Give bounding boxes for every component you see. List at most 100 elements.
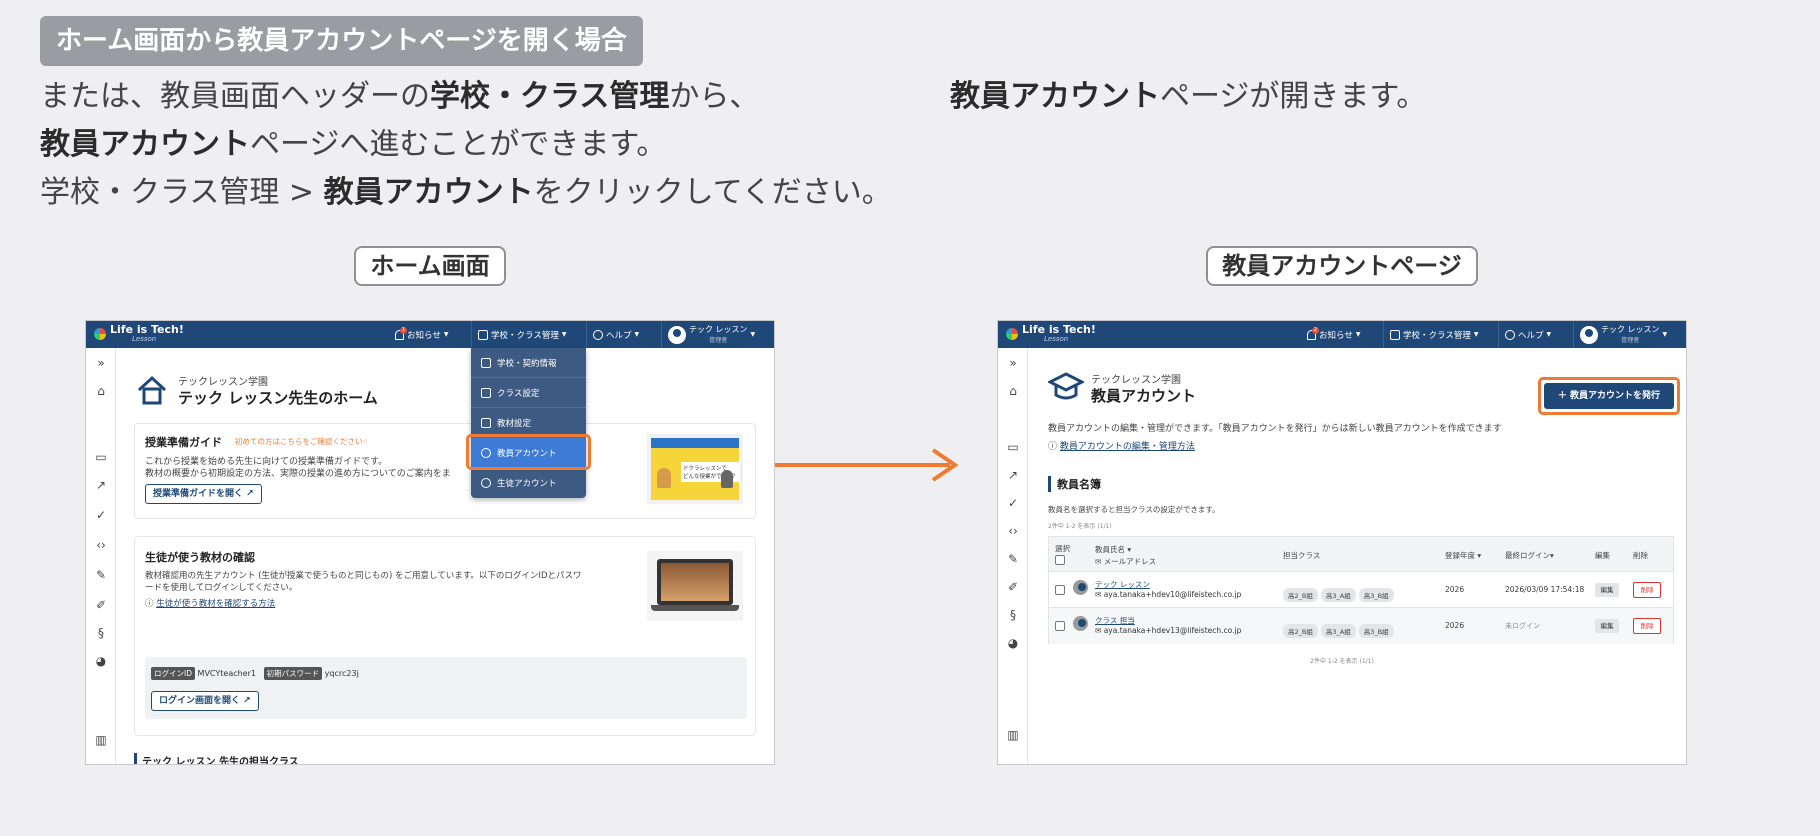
teacher-table: 選択 教員氏名 ▾ ✉ メールアドレス 担当クラス 登録年度 ▾ 最終ログイン▾… (1048, 536, 1674, 644)
caption-teacher-page: 教員アカウントページ (1206, 246, 1478, 286)
external-link-icon: ↗ (246, 489, 254, 499)
help-circle-icon: ⓘ (145, 599, 154, 609)
table-row: テック レッスン ✉ aya.tanaka+hdev10@lifeistech.… (1049, 572, 1673, 608)
intro-left: または、教員画面ヘッダーの学校・クラス管理から、 教員アカウントページへ進むこと… (40, 79, 892, 210)
pen-icon[interactable]: ✎ (1006, 552, 1020, 566)
help-icon (1505, 329, 1515, 340)
delete-button[interactable]: 削除 (1633, 582, 1661, 598)
chart-line-icon[interactable]: ↗ (94, 478, 108, 492)
col-year[interactable]: 登録年度 ▾ (1445, 550, 1481, 561)
building-icon (1390, 329, 1400, 340)
guide-title: 授業準備ガイド (145, 436, 222, 449)
home-icon[interactable]: ⌂ (1006, 384, 1020, 398)
col-last-login[interactable]: 最終ログイン▾ (1505, 550, 1554, 561)
school-class-dropdown: 学校・契約情報 クラス設定 教材設定 教員アカウント 生徒アカウント (471, 348, 586, 498)
col-edit: 編集 (1595, 551, 1610, 560)
edit-button[interactable]: 編集 (1595, 619, 1619, 633)
nav-school-class[interactable]: 学校・クラス管理 ▼ (471, 321, 572, 348)
col-name[interactable]: 教員氏名 ▾ (1095, 544, 1131, 555)
intro-right: 教員アカウントページが開きます。 (950, 79, 1427, 114)
sort-icon: ▾ (1127, 545, 1132, 554)
nav-help[interactable]: ヘルプ ▼ (586, 321, 645, 348)
home-icon[interactable]: ⌂ (94, 384, 108, 398)
edit-button[interactable]: 編集 (1595, 583, 1619, 597)
guide-desc-2: 教材の概要から初期設定の方法、実際の授業の進め方についてのご案内をま (145, 469, 451, 479)
code-icon[interactable]: ‹› (94, 538, 108, 552)
materials-help[interactable]: ⓘ 生徒が使う教材を確認する方法 (145, 597, 275, 609)
nav-notifications[interactable]: 2 お知らせ ▼ (1301, 321, 1366, 348)
palette-icon[interactable]: ◕ (1006, 636, 1020, 650)
chart-line-icon[interactable]: ↗ (1006, 468, 1020, 482)
pen-icon[interactable]: ✎ (94, 568, 108, 582)
teacher-screenshot: Life is Tech! Lesson 2 お知らせ ▼ 学校・クラス管理 ▼ ヘル… (997, 320, 1687, 765)
open-guide-button[interactable]: 授業準備ガイドを開く ↗ (145, 484, 262, 504)
guide-card: 授業準備ガイド 初めての方はこちらをご確認ください☝ これから授業を始める先生に… (134, 423, 756, 519)
nav-user-menu[interactable]: テック レッスン 管理者 ▼ (661, 321, 774, 348)
col-select: 選択 (1055, 544, 1070, 553)
materials-desc-2: ードを使用してログインしてください。 (145, 583, 298, 593)
highlight-frame-issue-button (1538, 377, 1680, 415)
palette-icon[interactable]: ◕ (94, 654, 108, 668)
logo-mark-icon (94, 327, 106, 340)
table-row: クラス 担当 ✉ aya.tanaka+hdev13@lifeistech.co… (1049, 608, 1673, 644)
teacher-name-link[interactable]: テック レッスン (1095, 579, 1150, 590)
book-icon (481, 417, 491, 428)
select-all-checkbox[interactable] (1055, 555, 1065, 565)
bar-chart-icon[interactable]: ▥ (94, 733, 108, 747)
laptop-thumbnail (647, 551, 743, 621)
materials-desc-1: 教材確認用の先生アカウント (生徒が授業で使うものと同じもの) をご用意していま… (145, 571, 582, 581)
nav-help[interactable]: ヘルプ ▼ (1498, 321, 1557, 348)
col-classes: 担当クラス (1283, 551, 1321, 560)
login-credentials: ログインID MVCYteacher1 初期パスワード yqcrc23j (151, 667, 359, 680)
help-link[interactable]: ⓘ 教員アカウントの編集・管理方法 (1048, 439, 1195, 452)
mail-icon: ✉ (1095, 590, 1102, 599)
col-delete: 削除 (1633, 551, 1648, 560)
code-icon[interactable]: ‹› (1006, 524, 1020, 538)
edit-icon[interactable]: ✐ (94, 598, 108, 612)
row-checkbox[interactable] (1055, 621, 1065, 631)
registration-year: 2026 (1445, 585, 1465, 594)
mail-icon: ✉ (1095, 626, 1102, 635)
python-icon[interactable]: § (94, 626, 108, 640)
expand-icon[interactable]: » (1006, 356, 1020, 370)
materials-title: 生徒が使う教材の確認 (145, 551, 255, 564)
delete-button[interactable]: 削除 (1633, 618, 1661, 634)
help-circle-icon: ⓘ (1048, 442, 1058, 452)
app-logo: Life is Tech! Lesson (1006, 324, 1096, 343)
nav-notifications[interactable]: 1 お知らせ ▼ (389, 321, 454, 348)
dropdown-item-school-contract[interactable]: 学校・契約情報 (471, 348, 586, 378)
materials-card: 生徒が使う教材の確認 教材確認用の先生アカウント (生徒が授業で使うものと同じも… (134, 536, 756, 736)
page-title: テック レッスン先生のホーム (178, 389, 378, 407)
mail-icon: ✉ (1095, 557, 1102, 566)
dropdown-item-student-accounts[interactable]: 生徒アカウント (471, 468, 586, 498)
col-email: ✉ メールアドレス (1095, 557, 1157, 566)
open-login-button[interactable]: ログイン画面を開く ↗ (151, 691, 259, 711)
check-circle-icon[interactable]: ✓ (1006, 496, 1020, 510)
external-link-icon: ↗ (243, 696, 251, 706)
guide-thumbnail: ドクラレッスンで どんな授業ができる？ (647, 434, 743, 504)
check-circle-icon[interactable]: ✓ (94, 508, 108, 522)
terminal-icon[interactable]: ▭ (1006, 440, 1020, 454)
nav-school-class[interactable]: 学校・クラス管理 ▼ (1383, 321, 1484, 348)
bell-icon: 2 (1307, 326, 1319, 340)
row-checkbox[interactable] (1055, 585, 1065, 595)
dropdown-item-class-settings[interactable]: クラス設定 (471, 378, 586, 408)
edit-icon[interactable]: ✐ (1006, 580, 1020, 594)
users-icon (481, 478, 491, 488)
roster-description: 教員名を選択すると担当クラスの設定ができます。 (1048, 505, 1220, 514)
python-icon[interactable]: § (1006, 608, 1020, 622)
bar-chart-icon[interactable]: ▥ (1006, 728, 1020, 742)
logo-mark-icon (1006, 327, 1018, 340)
terminal-icon[interactable]: ▭ (94, 450, 108, 464)
last-login: 未ログイン (1505, 622, 1540, 630)
nav-user-menu[interactable]: テック レッスン 管理者 ▼ (1573, 321, 1686, 348)
expand-icon[interactable]: » (94, 356, 108, 370)
sidebar: » ⌂ ▭ ↗ ✓ ‹› ✎ ✐ § ◕ ▥ (86, 348, 116, 764)
teacher-name-link[interactable]: クラス 担当 (1095, 615, 1135, 626)
school-name: テックレッスン学園 (178, 377, 268, 388)
help-icon (593, 329, 603, 340)
bell-icon: 1 (395, 326, 407, 340)
page-description: 教員アカウントの編集・管理ができます。「教員アカウントを発行」からは新しい教員ア… (1048, 424, 1502, 434)
highlight-frame-teacher-menu (466, 434, 591, 470)
app-logo: Life is Tech! Lesson (94, 324, 184, 343)
